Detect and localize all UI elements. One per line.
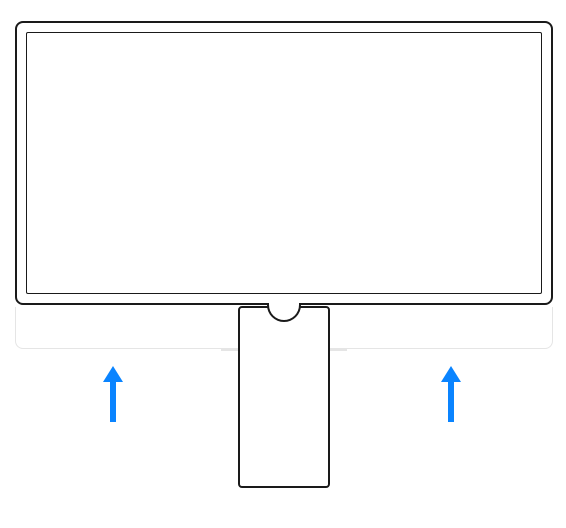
display-stand — [238, 306, 330, 488]
lift-arrow-left-icon — [101, 364, 125, 424]
display-lift-diagram — [0, 0, 566, 528]
ghost-gap-left — [221, 349, 239, 351]
lift-arrow-right-icon — [439, 364, 463, 424]
ghost-gap-right — [329, 349, 347, 351]
display-screen-inner — [26, 32, 542, 294]
